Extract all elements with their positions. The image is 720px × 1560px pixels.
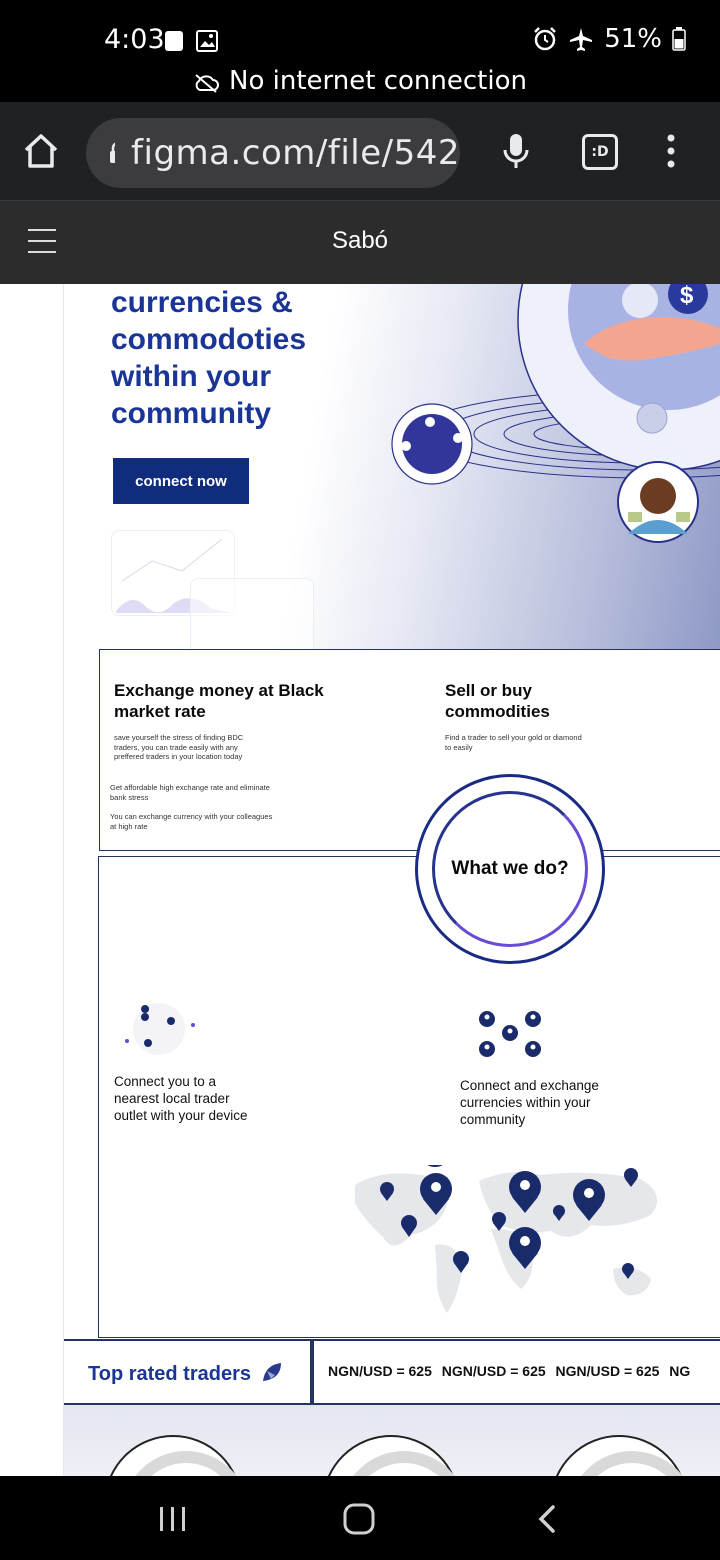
services-section: Exchange money at Black market rate save… (99, 649, 720, 851)
browser-toolbar: figma.com/file/542 :D (0, 102, 720, 200)
trader-avatar[interactable] (104, 1435, 250, 1476)
what-we-do-badge: What we do? (415, 774, 605, 964)
exchange-body-1: save yourself the stress of finding BDC … (114, 733, 244, 761)
status-bar: 4:03 51% No internet connection (0, 0, 720, 102)
alarm-icon (534, 27, 557, 51)
figma-header: Sabó (0, 200, 720, 284)
lock-icon (110, 142, 116, 163)
home-nav-icon[interactable] (342, 1502, 376, 1536)
feature-community-exchange: Connect and exchange currencies within y… (460, 1078, 599, 1127)
home-icon[interactable] (22, 132, 60, 170)
airplane-mode-icon (570, 28, 593, 51)
hero-title: currencies & commodoties within your com… (111, 286, 307, 430)
connect-now-button[interactable]: connect now (113, 458, 249, 504)
prototype-canvas: currencies & commodoties within your com… (0, 284, 720, 1476)
url-text: figma.com/file/542 (131, 133, 460, 173)
rates-ticker-row: Top rated traders NGN/USD = 625 NGN/USD … (64, 1339, 720, 1405)
commodities-body: Find a trader to sell your gold or diamo… (445, 733, 582, 752)
trader-avatar[interactable] (550, 1435, 696, 1476)
canvas-margin (0, 284, 64, 1476)
feature-local-trader: Connect you to a nearest local trader ou… (114, 1074, 248, 1123)
top-traders-area (64, 1405, 720, 1476)
community-network-icon (479, 1011, 541, 1057)
ticker-item: NGN/USD = 625 (328, 1363, 432, 1379)
world-map-illustration (355, 1165, 658, 1313)
battery-percent: 51% (604, 24, 662, 54)
exchange-title: Exchange money at Black market rate (114, 681, 324, 721)
recent-apps-icon[interactable] (158, 1504, 188, 1534)
offline-text: No internet connection (229, 66, 527, 96)
exchange-body-3: You can exchange currency with your coll… (110, 812, 273, 831)
notification-icon (165, 31, 183, 51)
top-rated-text: Top rated traders (88, 1363, 251, 1385)
battery-icon (672, 27, 686, 51)
what-we-do-label: What we do? (451, 858, 569, 879)
more-options-icon[interactable] (664, 132, 678, 170)
address-bar[interactable]: figma.com/file/542 (86, 118, 460, 188)
commodities-title: Sell or buy commodities (445, 681, 550, 721)
status-indicators: 51% (532, 24, 686, 54)
hero-section: currencies & commodoties within your com… (64, 284, 720, 650)
offline-banner: No internet connection (0, 66, 720, 96)
ticker-divider (310, 1341, 314, 1403)
file-title: Sabó (331, 227, 389, 254)
hero-illustration: $ (391, 284, 720, 543)
svg-text:$: $ (680, 284, 694, 309)
tab-switcher-button[interactable]: :D (582, 134, 618, 170)
ticker-item: NGN/USD = 625 (441, 1363, 546, 1379)
what-we-do-section: Connect you to a nearest local trader ou… (98, 856, 720, 1338)
top-rated-heading: Top rated traders (88, 1361, 283, 1386)
exchange-rate-ticker: NGN/USD = 625 NGN/USD = 625 NGN/USD = 62… (328, 1363, 696, 1379)
exchange-body-2: Get affordable high exchange rate and el… (110, 783, 270, 802)
ticker-item: NGN/USD = 625 (555, 1363, 660, 1379)
trader-avatar[interactable] (322, 1435, 468, 1476)
ticker-item: NG (669, 1363, 691, 1379)
microphone-icon[interactable] (502, 132, 530, 170)
leaf-icon (262, 1363, 281, 1381)
location-pins-icon (125, 1003, 195, 1055)
decorative-chart-card-2 (190, 578, 314, 650)
cloud-off-icon (195, 74, 219, 93)
back-icon[interactable] (536, 1504, 558, 1534)
status-time: 4:03 (104, 24, 165, 55)
image-notification-icon (196, 30, 218, 52)
system-navigation-bar (0, 1476, 720, 1560)
